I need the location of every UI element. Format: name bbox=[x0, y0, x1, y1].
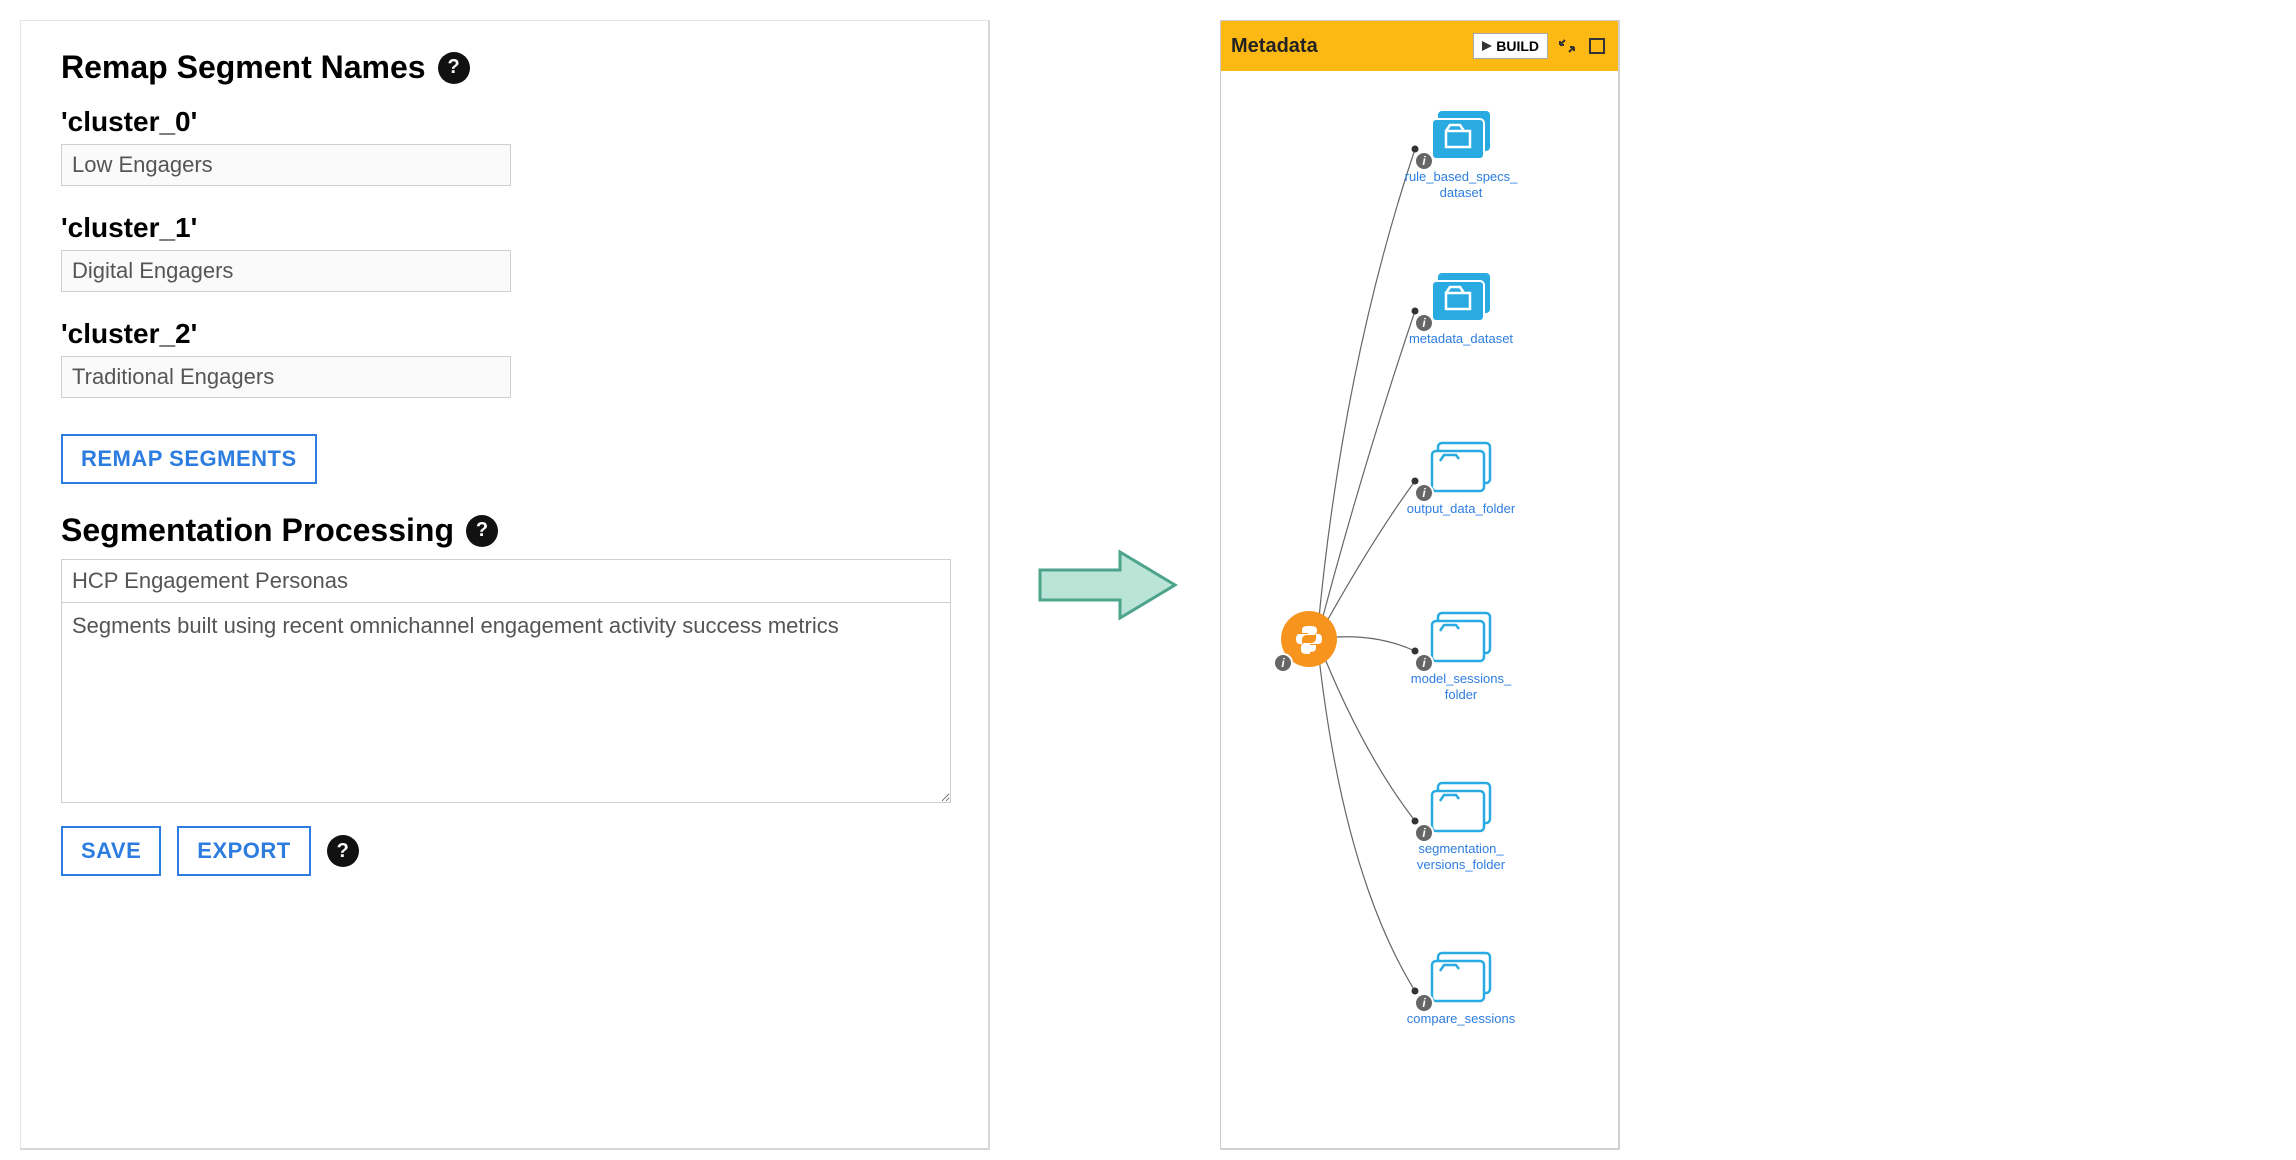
proc-name-input[interactable] bbox=[61, 559, 951, 603]
dataset-node[interactable]: i model_sessions_folder bbox=[1401, 609, 1521, 702]
cluster-2-input[interactable] bbox=[61, 356, 511, 398]
cluster-1-input[interactable] bbox=[61, 250, 511, 292]
node-label: model_sessions_folder bbox=[1401, 671, 1521, 702]
node-label: metadata_dataset bbox=[1409, 331, 1513, 347]
info-icon[interactable]: i bbox=[1273, 653, 1293, 673]
save-button[interactable]: SAVE bbox=[61, 826, 161, 876]
info-icon[interactable]: i bbox=[1414, 823, 1434, 843]
metadata-header: Metadata BUILD bbox=[1221, 21, 1618, 71]
dataset-node[interactable]: i compare_sessions bbox=[1401, 949, 1521, 1027]
proc-title-row: Segmentation Processing ? bbox=[61, 512, 948, 549]
cluster-0-label: 'cluster_0' bbox=[61, 106, 948, 138]
metadata-panel: Metadata BUILD bbox=[1220, 20, 1620, 1150]
metadata-title: Metadata bbox=[1231, 35, 1318, 58]
flow-graph[interactable]: i i rule_based_specs_dataset bbox=[1221, 71, 1618, 1148]
cluster-row-1: 'cluster_1' bbox=[61, 212, 948, 292]
dataset-node[interactable]: i rule_based_specs_dataset bbox=[1401, 107, 1521, 200]
maximize-icon[interactable] bbox=[1586, 35, 1608, 57]
cluster-2-label: 'cluster_2' bbox=[61, 318, 948, 350]
collapse-icon[interactable] bbox=[1556, 35, 1578, 57]
cluster-1-label: 'cluster_1' bbox=[61, 212, 948, 244]
info-icon[interactable]: i bbox=[1414, 653, 1434, 673]
build-button-label: BUILD bbox=[1496, 38, 1539, 54]
help-icon[interactable]: ? bbox=[438, 52, 470, 84]
folder-outline-icon bbox=[1426, 949, 1496, 1003]
node-label: compare_sessions bbox=[1407, 1011, 1515, 1027]
info-icon[interactable]: i bbox=[1414, 151, 1434, 171]
remap-panel: Remap Segment Names ? 'cluster_0' 'clust… bbox=[20, 20, 990, 1150]
folder-outline-icon bbox=[1426, 609, 1496, 663]
remap-segments-button[interactable]: REMAP SEGMENTS bbox=[61, 434, 317, 484]
info-icon[interactable]: i bbox=[1414, 483, 1434, 503]
play-icon bbox=[1482, 41, 1492, 51]
cluster-row-2: 'cluster_2' bbox=[61, 318, 948, 398]
help-icon[interactable]: ? bbox=[466, 515, 498, 547]
info-icon[interactable]: i bbox=[1414, 313, 1434, 333]
node-label: segmentation_versions_folder bbox=[1401, 841, 1521, 872]
folder-outline-icon bbox=[1426, 779, 1496, 833]
dataset-node[interactable]: i metadata_dataset bbox=[1401, 269, 1521, 347]
folder-filled-icon bbox=[1426, 107, 1496, 161]
node-label: rule_based_specs_dataset bbox=[1401, 169, 1521, 200]
python-recipe-node[interactable]: i bbox=[1281, 611, 1337, 667]
remap-title-row: Remap Segment Names ? bbox=[61, 49, 948, 86]
cluster-row-0: 'cluster_0' bbox=[61, 106, 948, 186]
folder-outline-icon bbox=[1426, 439, 1496, 493]
proc-title: Segmentation Processing bbox=[61, 512, 454, 549]
cluster-0-input[interactable] bbox=[61, 144, 511, 186]
python-icon bbox=[1293, 623, 1325, 655]
help-icon[interactable]: ? bbox=[327, 835, 359, 867]
build-button[interactable]: BUILD bbox=[1473, 33, 1548, 59]
proc-desc-textarea[interactable] bbox=[61, 603, 951, 803]
arrow-icon bbox=[1030, 540, 1180, 630]
export-button[interactable]: EXPORT bbox=[177, 826, 310, 876]
info-icon[interactable]: i bbox=[1414, 993, 1434, 1013]
node-label: output_data_folder bbox=[1407, 501, 1515, 517]
proc-actions-row: SAVE EXPORT ? bbox=[61, 826, 948, 876]
remap-title: Remap Segment Names bbox=[61, 49, 426, 86]
dataset-node[interactable]: i output_data_folder bbox=[1401, 439, 1521, 517]
folder-filled-icon bbox=[1426, 269, 1496, 323]
dataset-node[interactable]: i segmentation_versions_folder bbox=[1401, 779, 1521, 872]
